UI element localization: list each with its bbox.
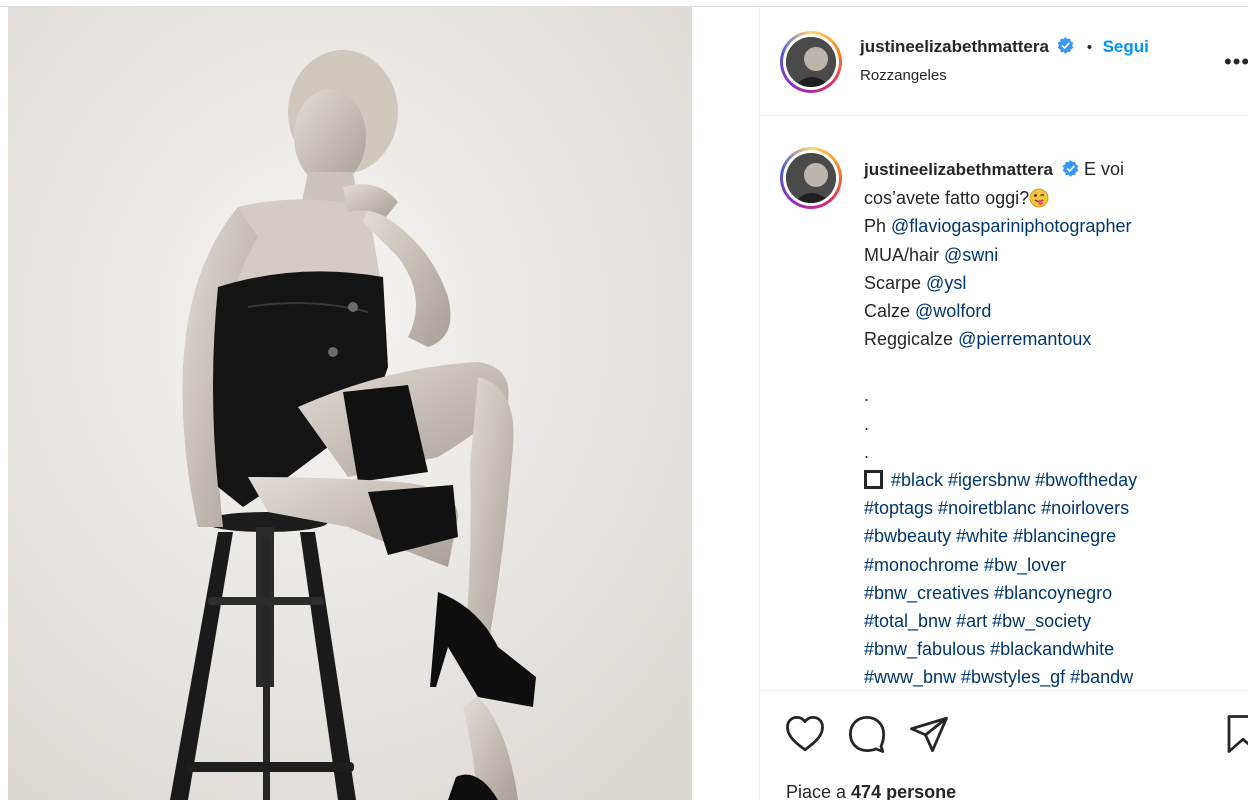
credit-prefix: Reggicalze bbox=[864, 329, 959, 350]
more-options-icon[interactable]: ••• bbox=[1224, 49, 1248, 75]
caption-text-start: E voi bbox=[1083, 159, 1125, 179]
credit-line: Reggicalze @pierremantoux bbox=[864, 325, 1244, 353]
winking-tongue-emoji bbox=[1029, 188, 1049, 208]
hashtag-line[interactable]: #bnw_fabulous #blackandwhite bbox=[864, 635, 1244, 663]
avatar[interactable] bbox=[780, 31, 842, 93]
separator-dot: • bbox=[1086, 39, 1093, 56]
caption-username-link[interactable]: justineelizabethmattera bbox=[864, 160, 1053, 179]
comments-area[interactable]: justineelizabethmattera E voi cos’avete … bbox=[760, 117, 1248, 689]
heart-icon[interactable] bbox=[784, 713, 826, 755]
post-header: justineelizabethmattera • Segui Rozzange… bbox=[760, 7, 1248, 116]
hashtag-line[interactable]: #www_bnw #bwstyles_gf #bandw bbox=[864, 663, 1244, 689]
mention-link[interactable]: @wolford bbox=[915, 301, 991, 321]
caption-avatar[interactable] bbox=[780, 147, 842, 209]
verified-badge-icon bbox=[1058, 37, 1074, 54]
hashtag-line[interactable]: #bwbeauty #white #blancinegre bbox=[864, 522, 1244, 550]
credit-line: Calze @wolford bbox=[864, 297, 1244, 325]
likes-count[interactable]: Piace a 474 persone bbox=[786, 782, 956, 800]
hashtag-line[interactable]: #bnw_creatives #blancoynegro bbox=[864, 579, 1244, 607]
caption-text-line2: cos’avete fatto oggi? bbox=[864, 188, 1030, 209]
caption-dot: . bbox=[864, 413, 870, 434]
bookmark-icon[interactable] bbox=[1222, 713, 1248, 755]
follow-button[interactable]: Segui bbox=[1103, 37, 1149, 56]
credit-line: MUA/hair @swni bbox=[864, 241, 1244, 269]
credit-prefix: Ph bbox=[864, 216, 892, 237]
caption-dot: . bbox=[864, 385, 870, 406]
post-side-panel: justineelizabethmattera • Segui Rozzange… bbox=[759, 7, 1248, 800]
black-square-emoji bbox=[864, 470, 883, 490]
header-user-line: justineelizabethmattera • Segui bbox=[860, 37, 1149, 57]
hashtag-line[interactable]: #total_bnw #art #bw_society bbox=[864, 607, 1244, 635]
hashtag-line[interactable]: #black #igersbnw #bwoftheday bbox=[891, 470, 1137, 490]
credit-line: Scarpe @ysl bbox=[864, 269, 1244, 297]
share-icon[interactable] bbox=[908, 713, 950, 755]
photo-illustration bbox=[8, 7, 692, 800]
comment-icon[interactable] bbox=[846, 713, 888, 755]
credit-line: Ph @flaviogaspariniphotographer bbox=[864, 212, 1244, 240]
post-caption: justineelizabethmattera E voi cos’avete … bbox=[864, 155, 1244, 689]
mention-link[interactable]: @swni bbox=[944, 245, 998, 265]
avatar-image bbox=[786, 153, 836, 203]
likes-prefix: Piace a bbox=[786, 782, 852, 800]
caption-dot: . bbox=[864, 441, 870, 462]
avatar-image bbox=[786, 37, 836, 87]
username-link[interactable]: justineelizabethmattera bbox=[860, 37, 1049, 56]
mention-link[interactable]: @ysl bbox=[926, 273, 966, 293]
credit-prefix: Calze bbox=[864, 301, 916, 322]
hashtag-line[interactable]: #monochrome #bw_lover bbox=[864, 551, 1244, 579]
hashtag-line[interactable]: #toptags #noiretblanc #noirlovers bbox=[864, 494, 1244, 522]
credit-prefix: Scarpe bbox=[864, 272, 927, 293]
likes-number: 474 persone bbox=[851, 782, 957, 800]
credit-prefix: MUA/hair bbox=[864, 244, 945, 265]
post-actions-bar: Piace a 474 persone bbox=[760, 690, 1248, 800]
location-link[interactable]: Rozzangeles bbox=[860, 67, 947, 84]
mention-link[interactable]: @flaviogaspariniphotographer bbox=[891, 216, 1131, 236]
post-photo[interactable] bbox=[8, 7, 692, 800]
verified-badge-icon bbox=[1062, 160, 1079, 177]
mention-link[interactable]: @pierremantoux bbox=[958, 329, 1091, 349]
